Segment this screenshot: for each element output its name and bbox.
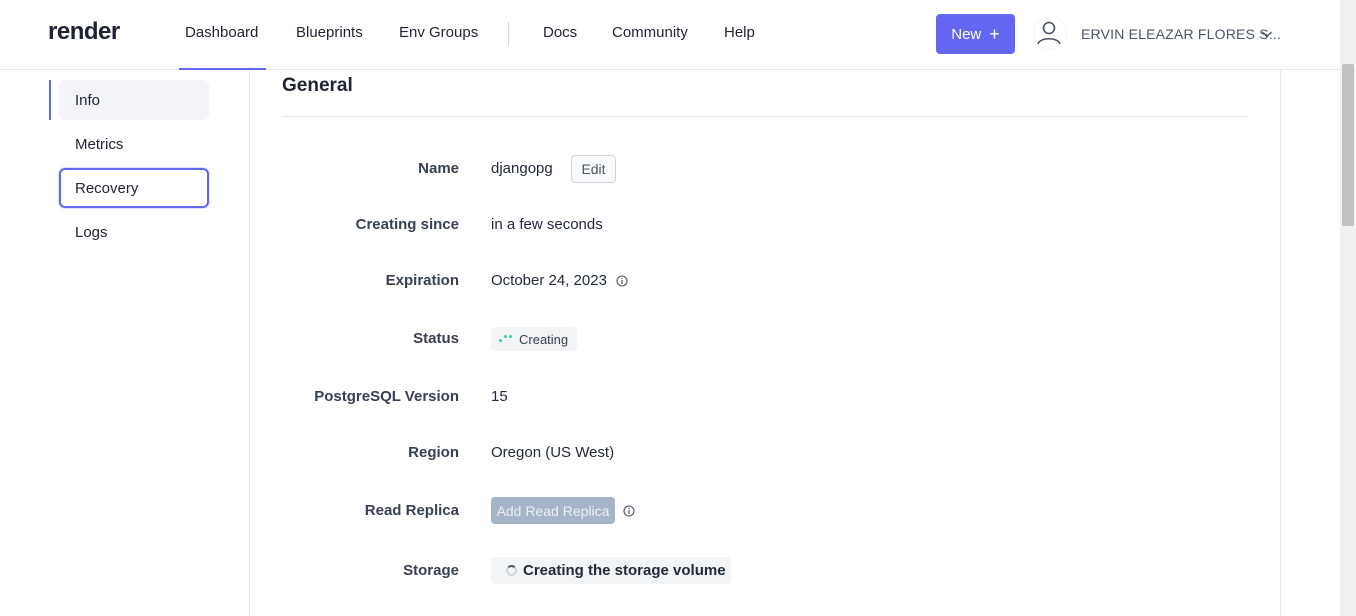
sidebar-item-label: Metrics (75, 135, 124, 153)
expiration-label: Expiration (385, 272, 459, 289)
postgres-version-label: PostgreSQL Version (314, 388, 459, 405)
storage-status-pill: Creating the storage volume (491, 557, 731, 584)
region-label: Region (408, 444, 459, 461)
status-text: Creating (519, 331, 569, 347)
section-title: General (282, 75, 353, 96)
nav-env-groups[interactable]: Env Groups (399, 24, 478, 41)
nav-docs[interactable]: Docs (543, 24, 577, 41)
region-value: Oregon (US West) (491, 444, 615, 461)
info-icon[interactable] (623, 505, 635, 517)
scrollbar-thumb[interactable] (1342, 64, 1354, 226)
nav-help[interactable]: Help (724, 24, 755, 41)
sidebar-item-recovery[interactable]: Recovery (59, 168, 209, 208)
chevron-down-icon[interactable] (1261, 28, 1273, 40)
nav-dashboard[interactable]: Dashboard (185, 24, 258, 41)
sidebar-item-label: Logs (75, 223, 108, 241)
new-button[interactable]: New + (936, 14, 1015, 54)
plus-icon: + (989, 24, 1000, 44)
nav-divider (508, 22, 509, 46)
add-read-replica-button[interactable]: Add Read Replica (491, 497, 615, 524)
spinner-icon (506, 565, 517, 576)
postgres-version-value: 15 (491, 388, 508, 405)
top-navigation: render Dashboard Blueprints Env Groups D… (0, 0, 1340, 70)
info-icon[interactable] (616, 275, 628, 287)
creating-since-value: in a few seconds (491, 216, 603, 233)
sidebar-item-metrics[interactable]: Metrics (59, 124, 209, 164)
sidebar-item-label: Info (75, 91, 101, 109)
name-value: djangopg (491, 160, 553, 177)
edit-name-button[interactable]: Edit (571, 155, 616, 183)
sidebar-item-label: Recovery (75, 179, 139, 197)
expiration-value: October 24, 2023 (491, 272, 607, 289)
user-avatar-icon[interactable] (1033, 16, 1067, 50)
section-divider (282, 116, 1248, 117)
status-badge: Creating (491, 327, 578, 351)
storage-status-text: Creating the storage volume (523, 562, 726, 579)
nav-community[interactable]: Community (612, 24, 688, 41)
new-button-label: New (951, 25, 982, 43)
status-label: Status (413, 330, 459, 347)
storage-label: Storage (403, 562, 459, 579)
nav-blueprints[interactable]: Blueprints (296, 24, 363, 41)
user-name[interactable]: ERVIN ELEAZAR FLORES S... (1081, 26, 1281, 42)
sidebar-item-info[interactable]: Info (59, 80, 209, 120)
read-replica-label: Read Replica (364, 502, 459, 519)
render-logo[interactable]: render (48, 18, 120, 46)
main-panel (249, 70, 1281, 616)
loading-dots-icon (499, 334, 513, 344)
name-label: Name (418, 160, 459, 177)
sidebar-active-indicator (49, 80, 51, 120)
creating-since-label: Creating since (355, 216, 459, 233)
sidebar-item-logs[interactable]: Logs (59, 212, 209, 252)
